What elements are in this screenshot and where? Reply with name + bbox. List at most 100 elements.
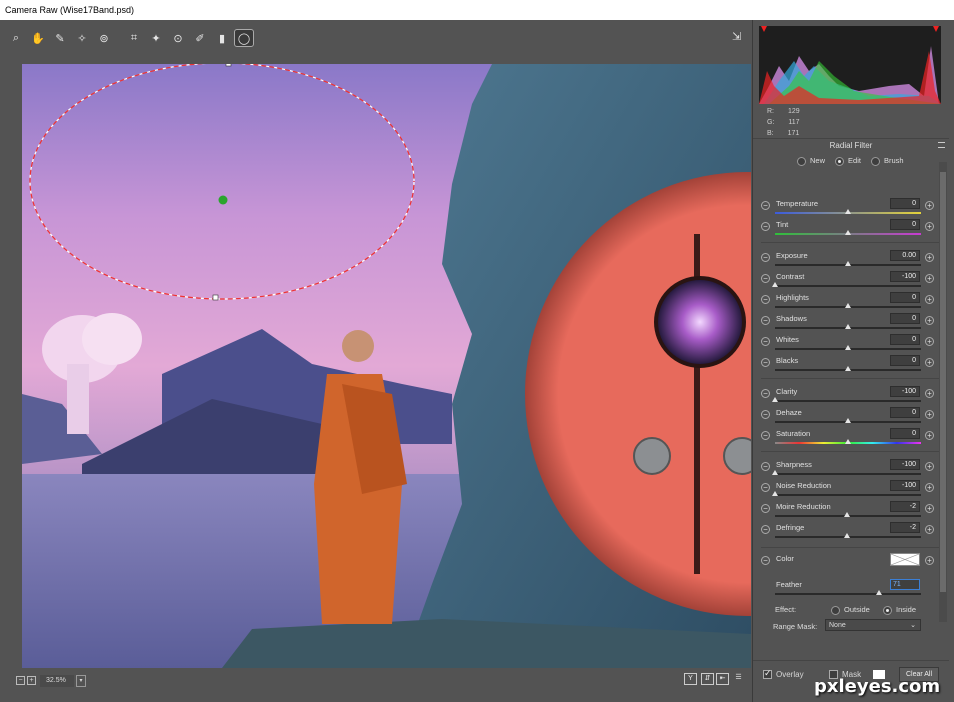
minus-icon[interactable]: − <box>761 358 770 367</box>
slider-thumb[interactable] <box>845 324 851 329</box>
mode-radio[interactable] <box>835 156 845 166</box>
minus-icon[interactable]: − <box>761 462 770 471</box>
slider-track[interactable] <box>775 473 921 475</box>
plus-icon[interactable]: + <box>925 222 934 231</box>
slider-value-input[interactable]: -100 <box>890 480 920 491</box>
graduated-filter-tool-icon[interactable]: ▮ <box>212 29 232 47</box>
targeted-adjustment-tool-icon[interactable]: ⊚ <box>94 29 114 47</box>
outside-radio[interactable] <box>831 605 840 615</box>
red-eye-tool-icon[interactable]: ⊙ <box>168 29 188 47</box>
crop-tool-icon[interactable]: ⌗ <box>124 29 144 47</box>
minus-icon[interactable]: − <box>761 253 770 262</box>
plus-icon[interactable]: + <box>925 295 934 304</box>
image-canvas[interactable] <box>22 64 751 668</box>
minus-icon[interactable]: − <box>761 337 770 346</box>
zoom-out-button[interactable]: − <box>16 676 25 685</box>
slider-value-input[interactable]: 0 <box>890 198 920 209</box>
preferences-icon[interactable]: ☰ <box>732 673 745 685</box>
range-mask-select[interactable]: None ⌄ <box>825 619 921 631</box>
slider-value-input[interactable]: 0 <box>890 355 920 366</box>
mode-radio[interactable] <box>797 156 806 166</box>
plus-icon[interactable]: + <box>925 274 934 283</box>
slider-thumb[interactable] <box>772 282 778 287</box>
slider-thumb[interactable] <box>772 470 778 475</box>
slider-thumb[interactable] <box>845 209 851 214</box>
plus-icon[interactable]: + <box>925 525 934 534</box>
overlay-toggle[interactable]: Overlay <box>763 668 804 680</box>
slider-thumb[interactable] <box>772 397 778 402</box>
slider-value-input[interactable]: -100 <box>890 386 920 397</box>
plus-icon[interactable]: + <box>925 556 934 565</box>
panel-scrollbar[interactable] <box>939 162 947 622</box>
plus-icon[interactable]: + <box>925 410 934 419</box>
plus-icon[interactable]: + <box>925 389 934 398</box>
zoom-in-button[interactable]: + <box>27 676 36 685</box>
minus-icon[interactable]: − <box>761 274 770 283</box>
slider-thumb[interactable] <box>843 533 850 538</box>
slider-thumb[interactable] <box>845 418 851 423</box>
plus-icon[interactable]: + <box>925 337 934 346</box>
overlay-checkbox[interactable] <box>763 668 772 680</box>
feather-value-input[interactable]: 71 <box>890 579 920 590</box>
plus-icon[interactable]: + <box>925 504 934 513</box>
slider-thumb[interactable] <box>845 439 851 444</box>
zoom-dropdown-icon[interactable]: ▾ <box>76 675 86 687</box>
fullscreen-icon[interactable]: ⇲ <box>732 30 748 44</box>
slider-track[interactable] <box>775 400 921 402</box>
slider-thumb[interactable] <box>843 512 850 517</box>
radial-filter-tool-icon[interactable]: ◯ <box>234 29 254 47</box>
zoom-level[interactable]: 32.5% <box>40 675 74 687</box>
slider-value-input[interactable]: -2 <box>890 522 920 533</box>
minus-icon[interactable]: − <box>761 410 770 419</box>
white-balance-tool-icon[interactable]: ✎ <box>50 29 70 47</box>
feather-slider-track[interactable] <box>775 593 921 595</box>
feather-slider-thumb[interactable] <box>875 590 882 595</box>
slider-thumb[interactable] <box>845 261 851 266</box>
minus-icon[interactable]: − <box>761 431 770 440</box>
slider-value-input[interactable]: 0 <box>890 428 920 439</box>
slider-thumb[interactable] <box>845 345 851 350</box>
minus-icon[interactable]: − <box>761 483 770 492</box>
plus-icon[interactable]: + <box>925 201 934 210</box>
minus-icon[interactable]: − <box>761 556 770 565</box>
plus-icon[interactable]: + <box>925 253 934 262</box>
spot-removal-tool-icon[interactable]: ✦ <box>146 29 166 47</box>
slider-value-input[interactable]: 0 <box>890 407 920 418</box>
slider-thumb[interactable] <box>845 366 851 371</box>
mode-edit[interactable]: Edit <box>835 156 861 166</box>
minus-icon[interactable]: − <box>761 389 770 398</box>
slider-value-input[interactable]: -100 <box>890 459 920 470</box>
hand-tool-icon[interactable]: ✋ <box>28 29 48 47</box>
slider-thumb[interactable] <box>845 303 851 308</box>
minus-icon[interactable]: − <box>761 525 770 534</box>
zoom-tool-icon[interactable]: ⌕ <box>6 29 26 47</box>
slider-track[interactable] <box>775 494 921 496</box>
scrollbar-thumb[interactable] <box>940 172 946 592</box>
plus-icon[interactable]: + <box>925 358 934 367</box>
slider-track[interactable] <box>775 285 921 287</box>
copy-settings-icon[interactable]: ⇤ <box>716 673 729 685</box>
mode-brush[interactable]: Brush <box>870 156 904 166</box>
slider-value-input[interactable]: -100 <box>890 271 920 282</box>
before-after-toggle-icon[interactable]: Y <box>684 673 697 685</box>
plus-icon[interactable]: + <box>925 316 934 325</box>
adjustment-brush-tool-icon[interactable]: ✐ <box>190 29 210 47</box>
plus-icon[interactable]: + <box>925 483 934 492</box>
mode-new[interactable]: New <box>797 156 825 166</box>
minus-icon[interactable]: − <box>761 316 770 325</box>
slider-value-input[interactable]: 0 <box>890 219 920 230</box>
slider-value-input[interactable]: 0 <box>890 334 920 345</box>
mode-radio[interactable] <box>870 156 880 166</box>
minus-icon[interactable]: − <box>761 295 770 304</box>
color-sampler-tool-icon[interactable]: ✧ <box>72 29 92 47</box>
panel-menu-icon[interactable] <box>938 142 945 148</box>
slider-thumb[interactable] <box>772 491 778 496</box>
slider-value-input[interactable]: 0 <box>890 313 920 324</box>
slider-value-input[interactable]: 0 <box>890 292 920 303</box>
swap-settings-icon[interactable]: ⇵ <box>701 673 714 685</box>
effect-outside-option[interactable]: Outside <box>831 605 870 615</box>
plus-icon[interactable]: + <box>925 431 934 440</box>
plus-icon[interactable]: + <box>925 462 934 471</box>
minus-icon[interactable]: − <box>761 504 770 513</box>
minus-icon[interactable]: − <box>761 222 770 231</box>
